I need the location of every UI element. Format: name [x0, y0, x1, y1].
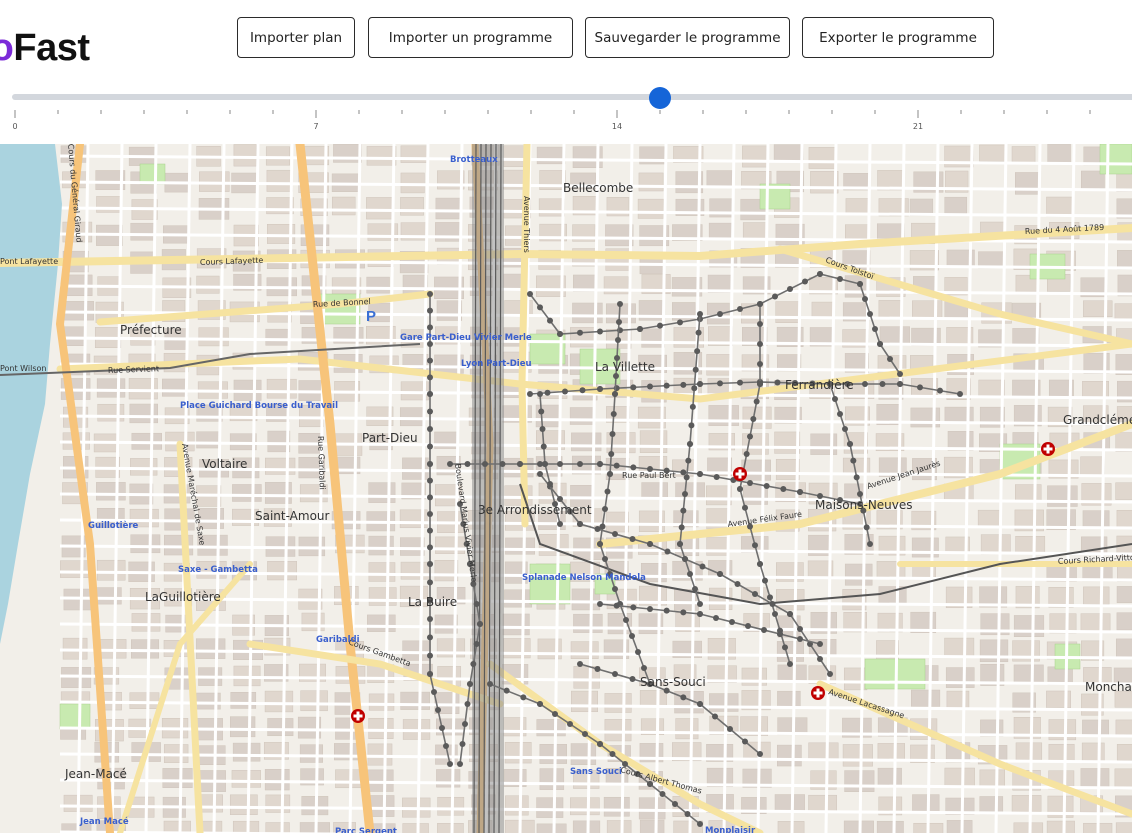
app-header: eoFast Importer plan Importer un program…	[0, 0, 1132, 80]
slider-tick-label: 14	[612, 122, 622, 131]
slider-tick-label: 0	[12, 122, 17, 131]
slider-tick-label: 7	[313, 122, 318, 131]
parking-icon: P	[366, 308, 376, 325]
map-district-label: 3e Arrondissement	[478, 503, 592, 517]
map-district-label: Part-Dieu	[362, 431, 418, 445]
map-district-label: Saint-Amour	[255, 509, 330, 523]
map-street-label: Rue Servient	[108, 364, 159, 375]
map-poi-label: Saxe - Gambetta	[178, 565, 258, 575]
map-poi-label: Lyon Part-Dieu	[461, 359, 532, 369]
map-view[interactable]: Préfecture La Villette Ferrandière Part-Die…	[0, 144, 1132, 833]
timeline-slider-graphic[interactable]: 0 7 14 21	[0, 80, 1132, 142]
map-district-label: LaGuillotière	[145, 590, 221, 604]
logo-part-2: Fast	[13, 27, 90, 69]
map-canvas[interactable]: Préfecture La Villette Ferrandière Part-Die…	[0, 144, 1132, 833]
slider-handle[interactable]	[649, 87, 671, 109]
slider-track[interactable]	[12, 94, 1132, 100]
map-district-label: Préfecture	[120, 323, 182, 337]
import-program-button[interactable]: Importer un programme	[368, 17, 573, 58]
map-district-label: Voltaire	[202, 457, 247, 471]
map-poi-label: Garibaldi	[316, 635, 360, 645]
map-poi-label: Place Guichard Bourse du Travail	[180, 401, 338, 411]
logo-part-1: eo	[0, 27, 14, 69]
save-program-button[interactable]: Sauvegarder le programme	[585, 17, 790, 58]
map-street-label: Avenue Thiers	[522, 196, 531, 253]
import-plan-button[interactable]: Importer plan	[237, 17, 355, 58]
export-program-button[interactable]: Exporter le programme	[802, 17, 994, 58]
map-poi-label: Jean Macé	[79, 816, 129, 827]
map-street-label: Rue Paul Bert	[622, 471, 676, 480]
map-street-label: Pont Lafayette	[0, 257, 58, 266]
map-poi-label: Splanade Nelson Mandela	[522, 573, 646, 583]
map-district-label: Monchat	[1085, 680, 1132, 694]
map-district-label: Bellecombe	[563, 181, 633, 195]
map-poi-label: Guillotière	[88, 520, 139, 531]
app-logo: eoFast	[0, 27, 90, 70]
map-district-label: Ferrandière	[785, 378, 854, 392]
timeline-slider[interactable]: 0 7 14 21	[0, 80, 1132, 142]
map-poi-label: Parc Sergent	[335, 827, 397, 833]
map-district-label: Sans-Souci	[640, 675, 706, 689]
map-poi-label: Brotteaux	[450, 155, 498, 165]
svg-text:P: P	[366, 308, 376, 325]
map-district-label: La Villette	[595, 360, 655, 374]
map-district-label: Jean-Macé	[64, 767, 127, 781]
map-poi-label: Gare Part-Dieu Vivier Merle	[400, 333, 532, 343]
map-poi-label: Monplaisir	[705, 826, 756, 833]
map-street-label: Pont Wilson	[0, 364, 47, 373]
map-poi-label: Sans Souci	[570, 767, 622, 777]
slider-tick-label: 21	[913, 122, 923, 131]
map-street-label: Rue Garibaldi	[316, 436, 327, 490]
map-district-label: La Buire	[408, 595, 457, 609]
map-district-label: Maisons-Neuves	[815, 498, 913, 512]
map-district-label: Grandclément	[1063, 413, 1132, 427]
